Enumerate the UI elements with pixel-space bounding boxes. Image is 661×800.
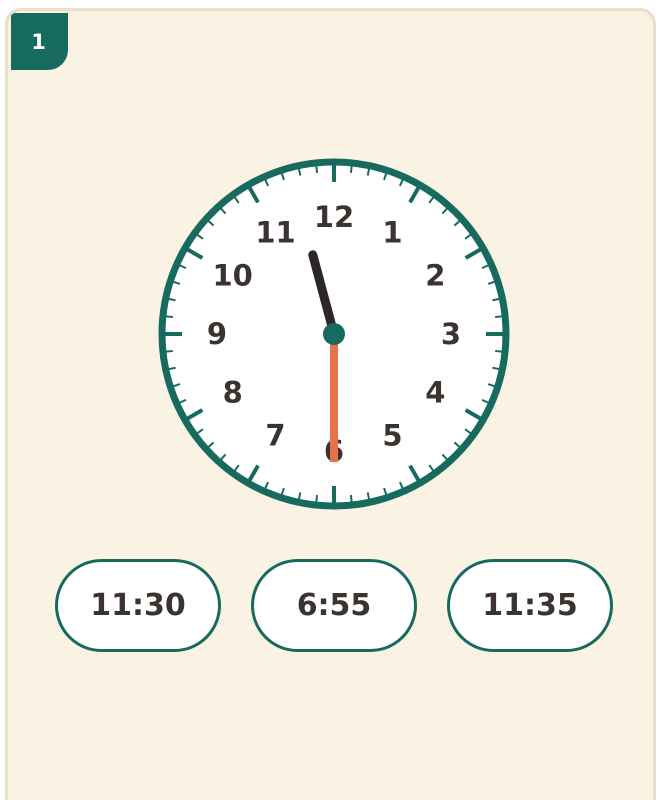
clock-number-1: 1 — [382, 216, 402, 250]
clock-number-8: 8 — [223, 376, 243, 410]
clock-center-pin — [323, 323, 345, 345]
minute-tick — [349, 164, 353, 173]
answer-option-1-label: 11:30 — [90, 588, 186, 623]
minute-tick — [315, 495, 319, 504]
minute-tick — [315, 164, 319, 173]
clock-number-7: 7 — [265, 418, 285, 452]
answer-option-3[interactable]: 11:35 — [447, 559, 613, 652]
minute-tick — [164, 349, 173, 353]
answer-option-2-label: 6:55 — [296, 588, 372, 623]
clock-number-4: 4 — [425, 376, 445, 410]
minute-tick — [164, 315, 173, 319]
answer-option-3-label: 11:35 — [482, 588, 578, 623]
answer-option-2[interactable]: 6:55 — [251, 559, 417, 652]
clock-number-10: 10 — [212, 259, 252, 293]
minute-tick — [349, 495, 353, 504]
clock-number-2: 2 — [425, 259, 445, 293]
answer-option-1[interactable]: 11:30 — [55, 559, 221, 652]
clock-number-9: 9 — [207, 317, 227, 351]
clock-number-5: 5 — [382, 418, 402, 452]
clock-number-12: 12 — [314, 200, 354, 234]
clock-number-3: 3 — [441, 317, 461, 351]
minute-tick — [495, 349, 504, 353]
analog-clock: 121234567891011 — [158, 158, 510, 510]
minute-tick — [495, 315, 504, 319]
clock-number-11: 11 — [255, 216, 295, 250]
